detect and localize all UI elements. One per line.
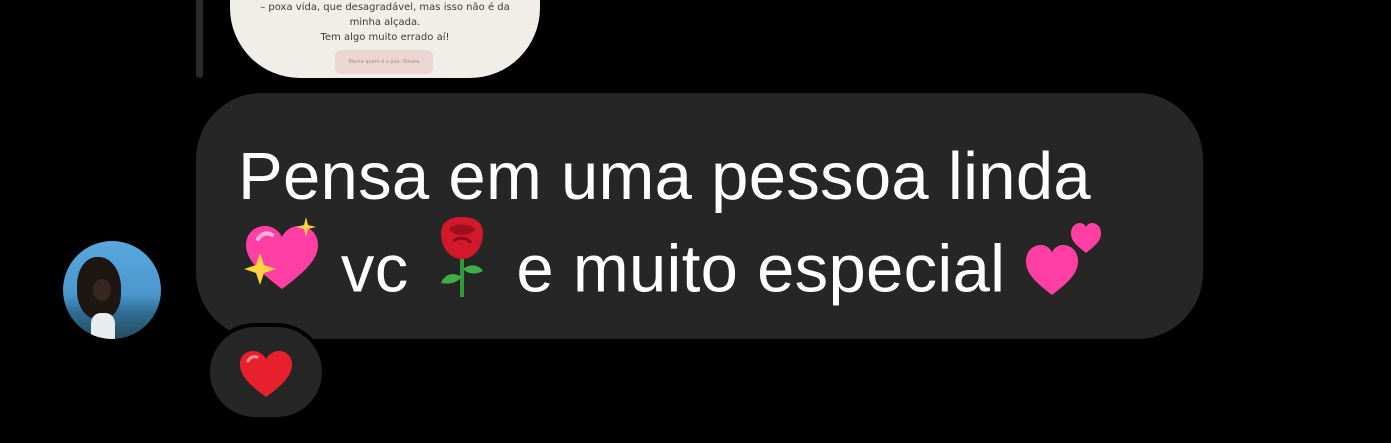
red-heart-icon [238, 349, 294, 404]
shared-post-preview[interactable]: – poxa vida, que desagradável, mas isso … [230, 0, 540, 78]
rose-icon [427, 215, 497, 321]
message-word-vc: vc [340, 231, 409, 307]
reaction-badge[interactable] [210, 327, 322, 417]
message-bubble[interactable]: Pensa em uma pessoa linda vc e muito esp… [196, 93, 1203, 339]
shared-post-line: – poxa vida, que desagradável, mas isso … [260, 2, 510, 13]
message-line-2: vc e muito especial [238, 217, 1203, 327]
message-text-after-rose: e muito especial [516, 231, 1006, 307]
sparkling-heart-icon [238, 217, 322, 319]
shared-post-line: Tem algo muito errado aí! [320, 32, 450, 43]
sender-avatar[interactable] [63, 241, 161, 339]
shared-post-line: minha alçada. [349, 17, 421, 28]
shared-post-button[interactable]: Marca quem é o juiz: Omara [335, 50, 433, 74]
two-hearts-icon [1024, 215, 1104, 321]
message-line-1: Pensa em uma pessoa linda [238, 139, 1091, 214]
shared-post-caption: – poxa vida, que desagradável, mas isso … [230, 0, 540, 45]
reply-indicator-line [196, 0, 203, 78]
